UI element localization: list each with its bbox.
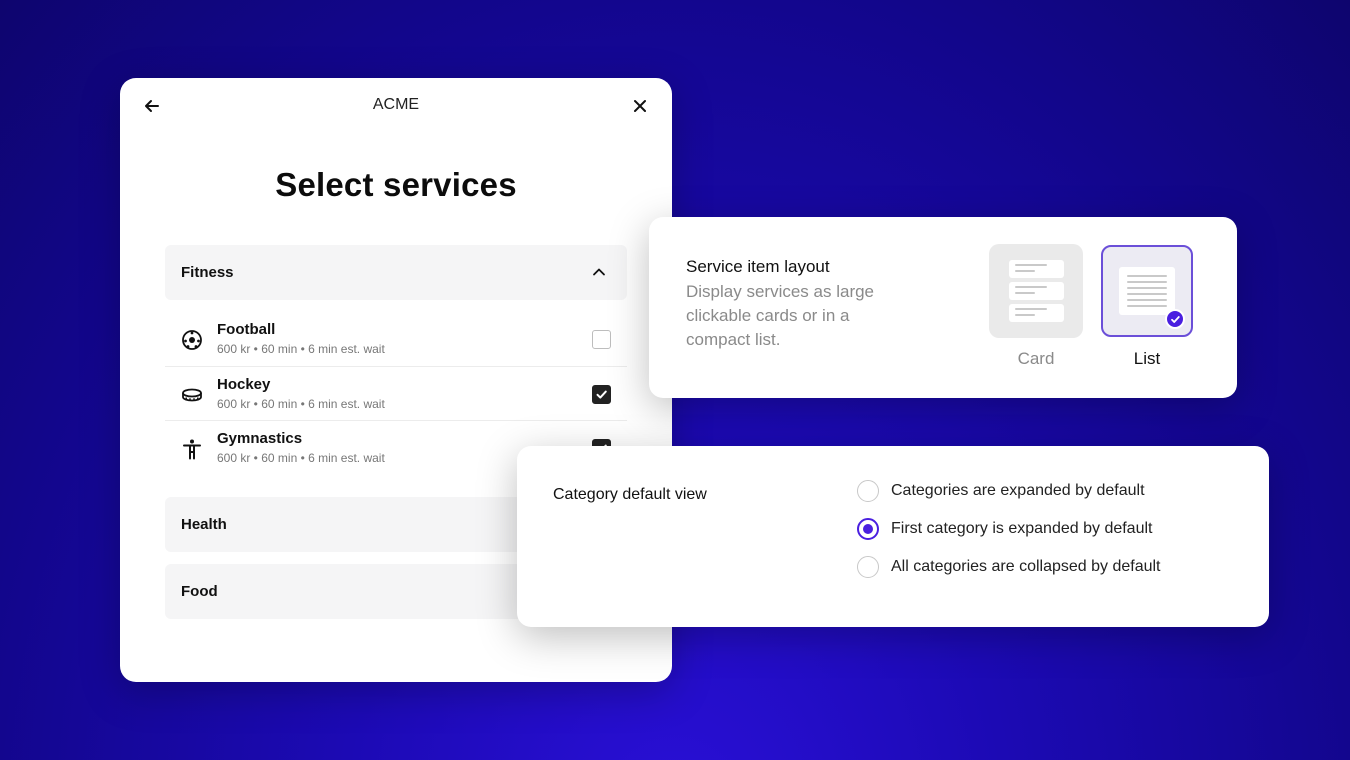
radio-button[interactable] (857, 518, 879, 540)
radio-label: First category is expanded by default (891, 520, 1153, 537)
radio-label: Categories are expanded by default (891, 482, 1145, 499)
service-name: Football (217, 321, 276, 338)
radio-option-first-expanded[interactable]: First category is expanded by default (857, 517, 1152, 541)
chevron-up-icon (593, 268, 605, 276)
category-default-view-panel: Category default view Categories are exp… (517, 446, 1269, 627)
layout-option-card-label: Card (1017, 349, 1055, 368)
radio-button[interactable] (857, 480, 879, 502)
service-name: Hockey (217, 376, 271, 393)
view-panel-title: Category default view (553, 486, 707, 503)
layout-panel-description: Display services as large clickable card… (686, 282, 875, 349)
checkmark-icon (596, 390, 607, 399)
service-item-layout-panel: Service item layout Display services as … (649, 217, 1237, 398)
service-row-football[interactable]: Football 600 kr • 60 min • 6 min est. wa… (165, 312, 627, 366)
service-meta: 600 kr • 60 min • 6 min est. wait (217, 451, 385, 465)
football-icon (182, 330, 202, 350)
modal-title: ACME (372, 96, 420, 113)
service-name: Gymnastics (217, 430, 303, 447)
service-meta: 600 kr • 60 min • 6 min est. wait (217, 397, 385, 411)
radio-option-collapsed[interactable]: All categories are collapsed by default (857, 555, 1161, 579)
category-label: Food (181, 583, 218, 600)
layout-panel-title: Service item layout (686, 257, 830, 276)
radio-option-expanded[interactable]: Categories are expanded by default (857, 479, 1145, 503)
radio-button[interactable] (857, 556, 879, 578)
hockey-puck-icon (182, 388, 202, 402)
layout-option-list-label: List (1133, 349, 1161, 368)
modal-header: ACME (120, 78, 672, 134)
service-row-hockey[interactable]: Hockey 600 kr • 60 min • 6 min est. wait (165, 366, 627, 420)
close-button[interactable] (628, 94, 652, 118)
category-label: Fitness (181, 264, 234, 281)
category-fitness[interactable]: Fitness (165, 245, 627, 300)
close-icon (634, 100, 646, 112)
layout-option-card[interactable] (989, 244, 1083, 338)
layout-option-list[interactable] (1101, 245, 1193, 337)
service-checkbox[interactable] (592, 330, 611, 349)
category-label: Health (181, 516, 227, 533)
selected-check-icon (1165, 309, 1185, 329)
page-title: Select services (275, 166, 517, 203)
gymnast-icon (183, 439, 201, 460)
service-checkbox[interactable] (592, 385, 611, 404)
service-meta: 600 kr • 60 min • 6 min est. wait (217, 342, 385, 356)
radio-label: All categories are collapsed by default (891, 558, 1161, 575)
